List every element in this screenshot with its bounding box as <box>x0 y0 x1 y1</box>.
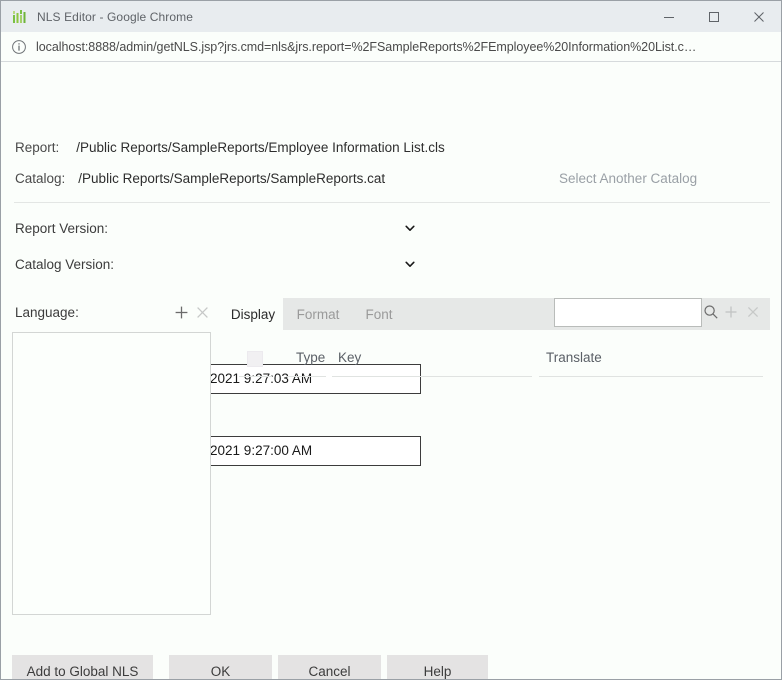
search-icon[interactable] <box>703 304 719 320</box>
tab-format[interactable]: Format <box>287 298 349 330</box>
plus-icon[interactable] <box>723 304 739 320</box>
close-icon[interactable] <box>193 303 211 321</box>
report-row: Report: /Public Reports/SampleReports/Emp… <box>15 140 445 155</box>
minimize-icon <box>663 16 674 18</box>
close-icon <box>753 11 764 22</box>
minimize-button[interactable] <box>646 1 691 32</box>
close-icon[interactable] <box>745 304 761 320</box>
tab-font[interactable]: Font <box>356 298 402 330</box>
catalog-label: Catalog: <box>15 171 66 186</box>
url-text: localhost:8888/admin/getNLS.jsp?jrs.cmd=… <box>36 39 697 54</box>
maximize-icon <box>708 11 719 22</box>
ok-button[interactable]: OK <box>169 655 272 679</box>
table-header: Type Key Translate <box>239 347 763 377</box>
report-version-select-wrapper: 7/16/2021 9:27:03 AM <box>172 213 421 394</box>
info-circle-icon[interactable] <box>11 39 27 55</box>
select-another-catalog-link[interactable]: Select Another Catalog <box>559 171 697 186</box>
language-label: Language: <box>15 305 79 320</box>
column-header-key[interactable]: Key <box>338 350 361 365</box>
chevron-down-icon <box>399 249 421 279</box>
column-rule <box>539 376 763 377</box>
section-divider <box>14 202 770 203</box>
column-header-type[interactable]: Type <box>296 350 325 365</box>
help-button[interactable]: Help <box>387 655 488 679</box>
catalog-version-label: Catalog Version: <box>15 257 115 272</box>
language-list-box[interactable] <box>12 332 211 615</box>
bar-chart-favicon <box>13 9 26 23</box>
plus-icon[interactable] <box>172 303 190 321</box>
cancel-button[interactable]: Cancel <box>278 655 381 679</box>
select-all-checkbox[interactable] <box>247 351 263 367</box>
search-input[interactable] <box>554 298 702 327</box>
catalog-version-select-wrapper: 7/16/2021 9:27:00 AM <box>172 249 421 466</box>
column-rule <box>332 376 532 377</box>
report-label: Report: <box>15 140 60 155</box>
column-rule <box>239 376 272 377</box>
catalog-value: /Public Reports/SampleReports/SampleRepo… <box>78 171 386 186</box>
add-to-global-nls-button[interactable]: Add to Global NLS <box>12 655 153 679</box>
tab-display[interactable]: Display <box>223 298 283 330</box>
url-bar[interactable]: localhost:8888/admin/getNLS.jsp?jrs.cmd=… <box>1 32 781 62</box>
browser-window: NLS Editor - Google Chrome localhost:888… <box>0 0 782 680</box>
maximize-button[interactable] <box>691 1 736 32</box>
close-button[interactable] <box>736 1 781 32</box>
report-value: /Public Reports/SampleReports/Employee I… <box>76 140 445 155</box>
page-content: Report: /Public Reports/SampleReports/Emp… <box>1 62 781 679</box>
report-version-label: Report Version: <box>15 221 109 236</box>
title-bar: NLS Editor - Google Chrome <box>1 1 781 32</box>
catalog-row: Catalog: /Public Reports/SampleReports/Sa… <box>15 171 385 186</box>
column-header-translate[interactable]: Translate <box>546 350 602 365</box>
window-title: NLS Editor - Google Chrome <box>37 9 193 24</box>
chevron-down-icon <box>399 213 421 243</box>
column-rule <box>286 376 326 377</box>
